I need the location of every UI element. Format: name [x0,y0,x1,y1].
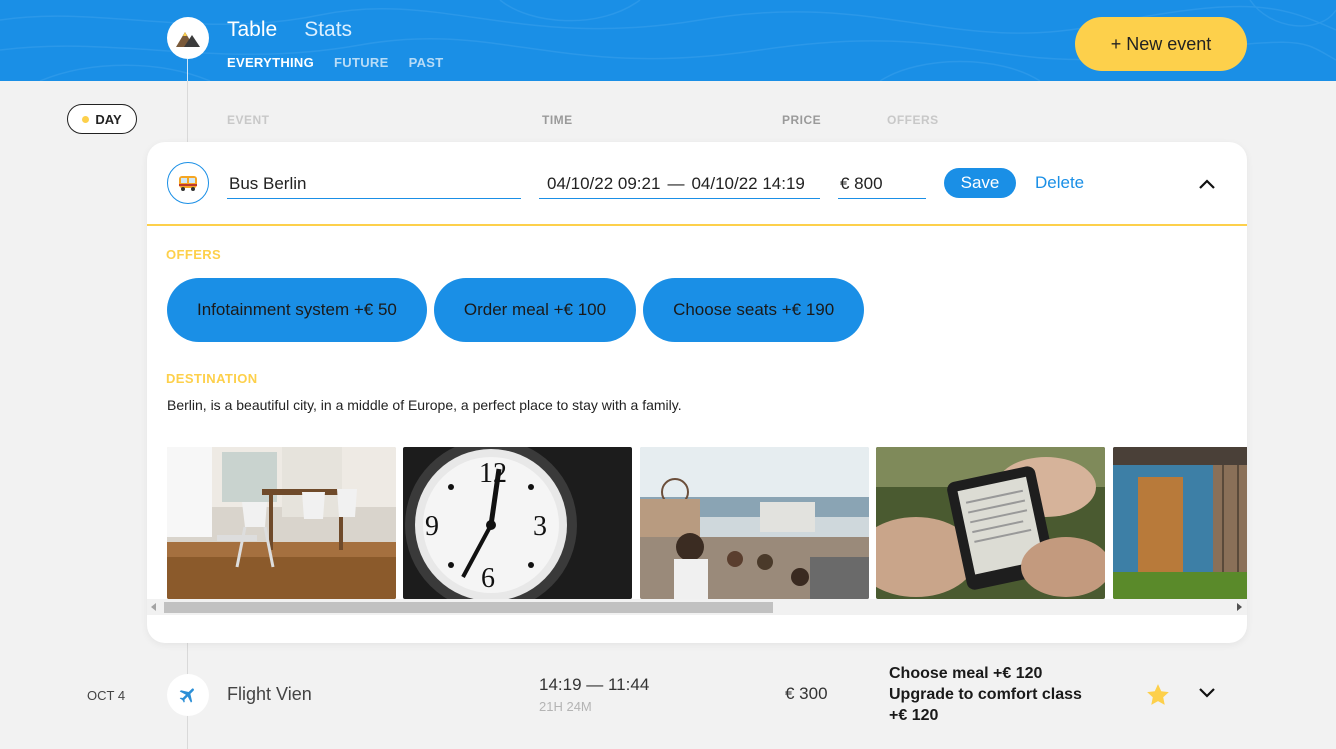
filter-future[interactable]: FUTURE [334,55,389,70]
favorite-star-icon[interactable] [1145,682,1171,708]
event-item: OCT 4 Flight Vien 14:19 — 11:44 21H 24M … [0,655,1336,735]
scrollbar-thumb[interactable] [164,602,773,613]
app-logo[interactable] [167,17,209,59]
sort-event[interactable]: EVENT [227,113,270,127]
event-offer-item: Choose meal +€ 120 [889,665,1043,682]
svg-text:6: 6 [481,563,495,594]
event-time: 14:19 — 11:44 [539,675,650,694]
offer-seats[interactable]: Choose seats +€ 190 [643,278,865,342]
destination-photos: 12 9 3 6 [167,447,1247,599]
delete-button[interactable]: Delete [1035,173,1084,193]
sort-price[interactable]: PRICE [782,113,821,127]
timeline-line-top [187,59,188,81]
photo-boardwalk [640,447,869,599]
gallery-scrollbar[interactable] [147,599,1247,615]
event-duration: 21H 24M [539,699,592,714]
svg-text:12: 12 [479,458,507,489]
sort-day-label: DAY [95,111,122,127]
chevron-up-icon[interactable] [1195,172,1219,196]
price-input[interactable] [838,169,926,199]
sort-time[interactable]: TIME [542,113,573,127]
event-edit-header: 04/10/22 09:21 — 04/10/22 14:19 Save Del… [147,142,1247,226]
event-date: OCT 4 [87,688,126,703]
scroll-left-arrow[interactable] [151,603,156,611]
scroll-right-arrow[interactable] [1237,603,1242,611]
offer-infotainment[interactable]: Infotainment system +€ 50 [167,278,427,342]
save-button[interactable]: Save [944,168,1016,198]
event-title: Flight Vien [227,684,312,704]
event-type-badge [167,674,209,716]
sort-day-button[interactable]: DAY [67,104,137,134]
filter-tabs: EVERYTHING FUTURE PAST [227,55,443,70]
active-sort-dot [82,115,90,123]
end-time-input[interactable]: 04/10/22 14:19 [691,174,804,194]
svg-text:3: 3 [533,511,547,542]
destination-input[interactable] [227,169,521,199]
event-edit-form: 04/10/22 09:21 — 04/10/22 14:19 Save Del… [147,142,1247,643]
offer-meal[interactable]: Order meal +€ 100 [433,278,637,342]
plane-icon [179,688,194,703]
event-offer-item: Upgrade to comfort class +€ 120 [889,686,1082,724]
offers-title: OFFERS [166,247,222,262]
view-tabs: Table Stats [227,18,352,42]
event-type-toggle[interactable] [167,162,209,204]
tab-stats[interactable]: Stats [304,18,352,42]
offers-list: Infotainment system +€ 50 Order meal +€ … [167,278,865,342]
photo-clock: 12 9 3 6 [403,447,632,599]
bus-icon [179,176,197,191]
event-offers: Choose meal +€ 120 Upgrade to comfort cl… [889,663,1089,726]
tab-table[interactable]: Table [227,18,277,42]
filter-everything[interactable]: EVERYTHING [227,55,314,70]
time-separator: — [667,173,685,193]
time-range-field: 04/10/22 09:21 — 04/10/22 14:19 [539,169,820,199]
chevron-down-icon[interactable] [1195,681,1219,705]
photo-old-house [1113,447,1247,599]
mountains-icon [176,32,200,47]
destination-title: DESTINATION [166,371,258,386]
svg-text:9: 9 [425,511,439,542]
event-price: € 300 [785,684,828,703]
photo-dining-room [167,447,396,599]
destination-description: Berlin, is a beautiful city, in a middle… [167,397,682,413]
sort-offers: OFFERS [887,113,939,127]
app-header: Table Stats EVERYTHING FUTURE PAST + New… [0,0,1336,81]
photo-ereader [876,447,1105,599]
filter-past[interactable]: PAST [409,55,444,70]
start-time-input[interactable]: 04/10/22 09:21 [547,174,660,194]
new-event-button[interactable]: + New event [1075,17,1247,71]
